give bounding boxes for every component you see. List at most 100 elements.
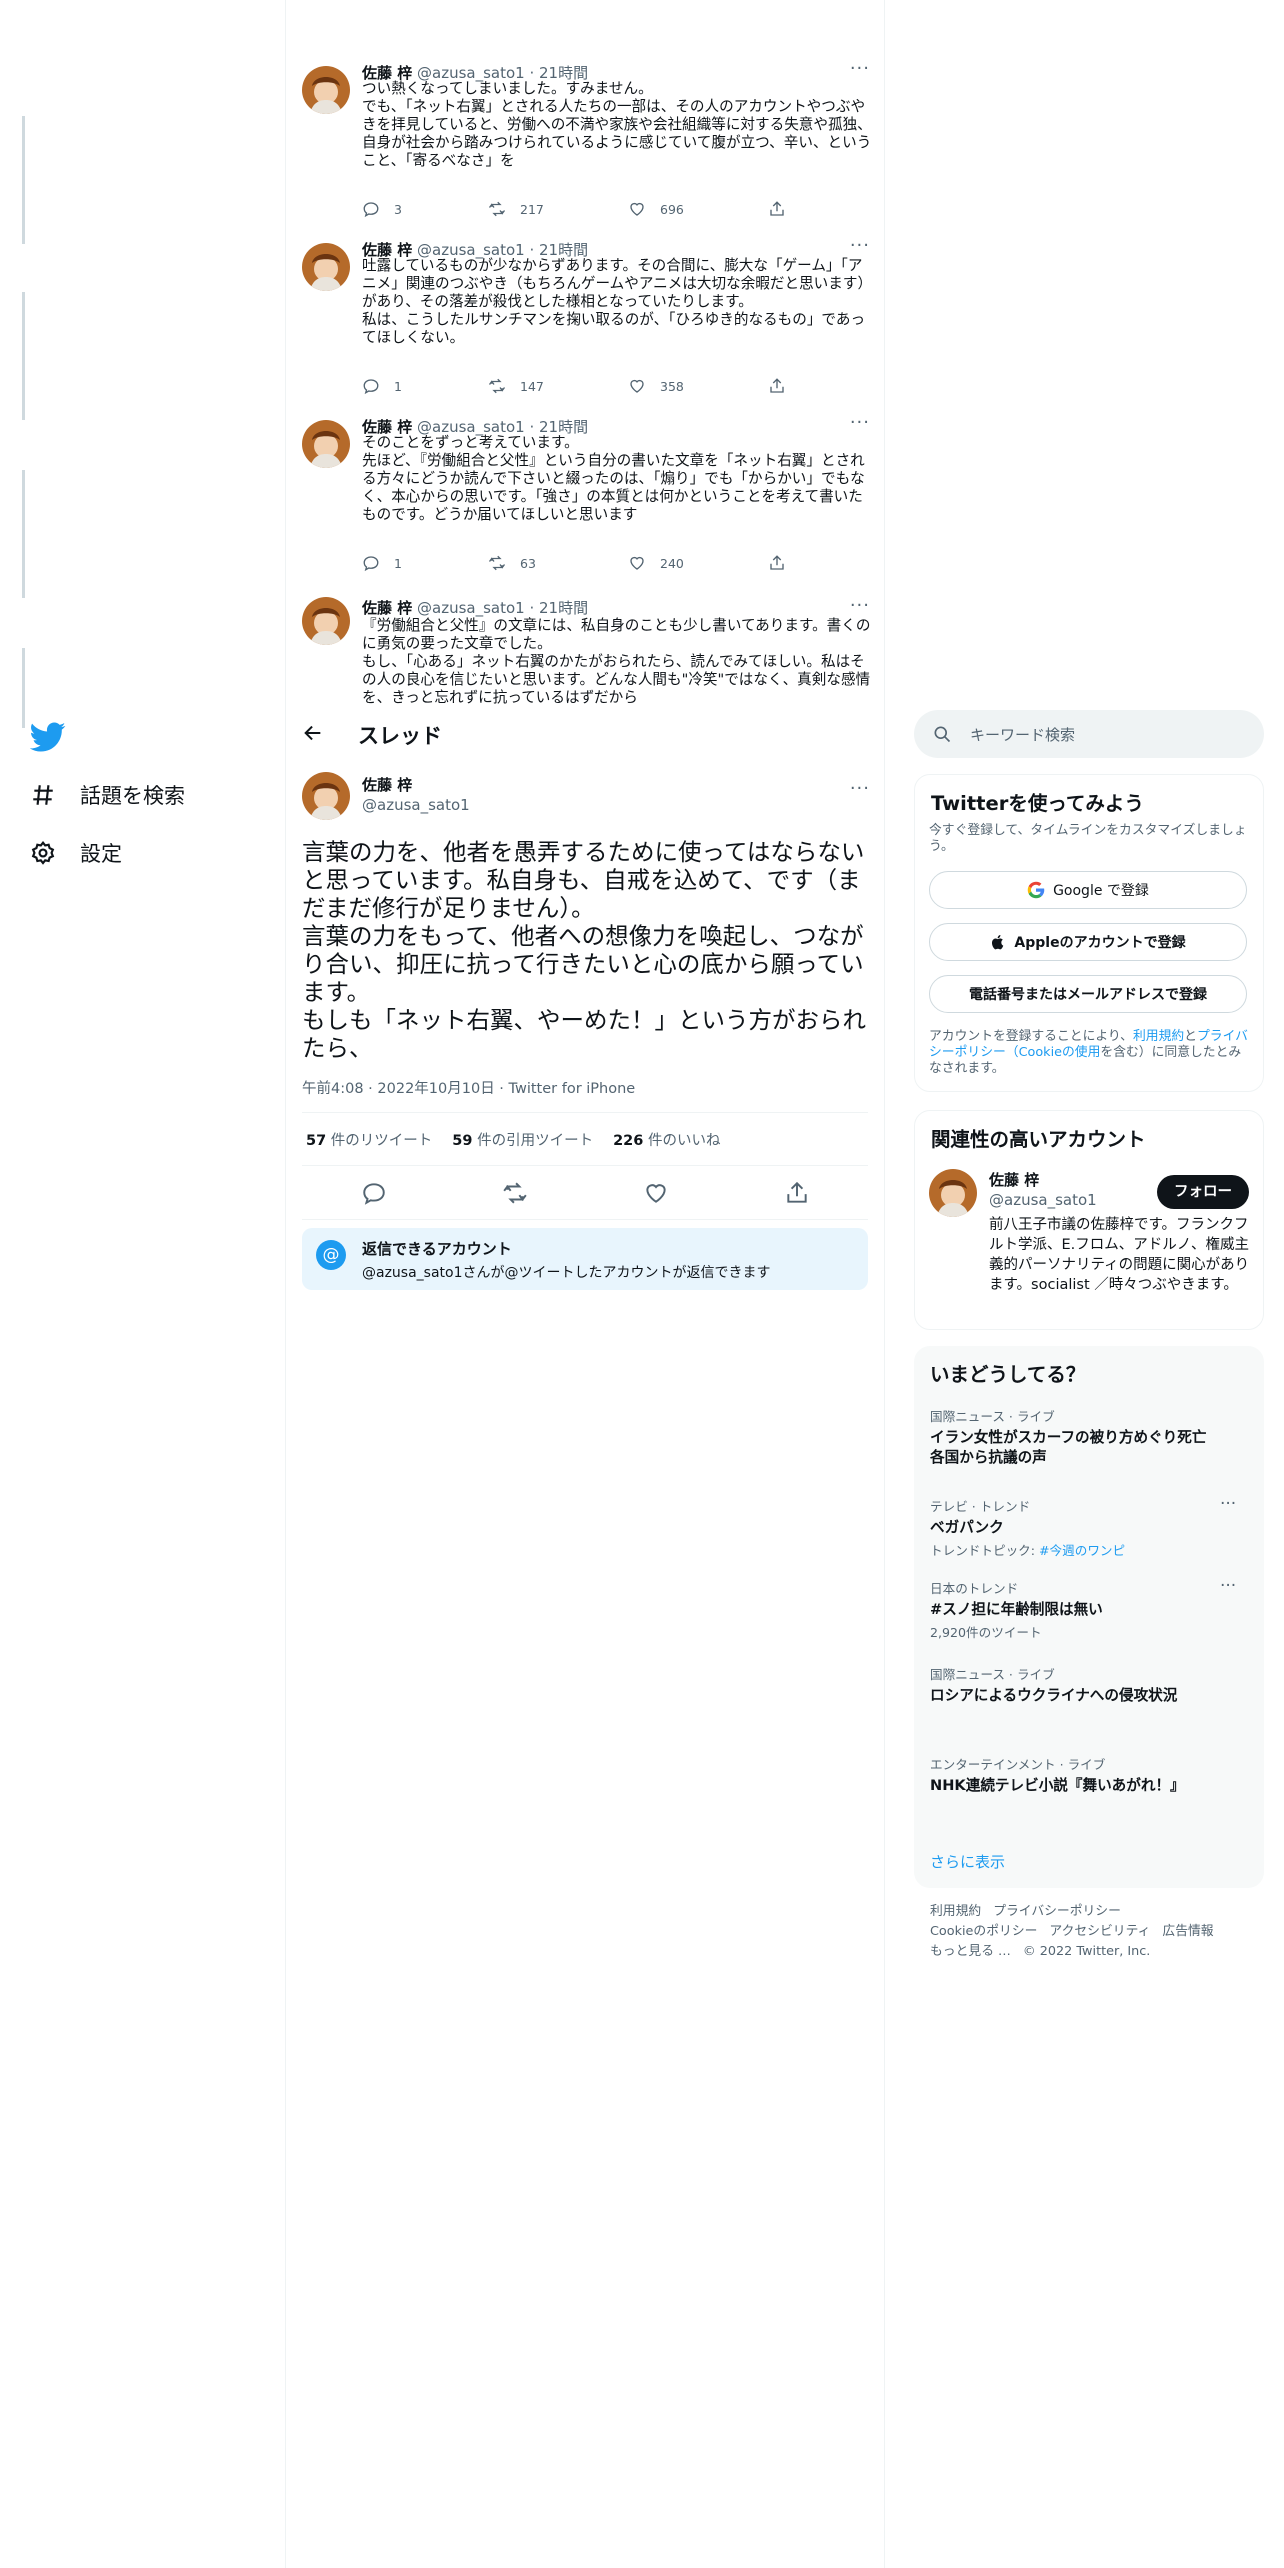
trend-more-icon[interactable]: ···: [1220, 1494, 1236, 1514]
nav-settings[interactable]: 設定: [30, 833, 122, 873]
avatar[interactable]: [302, 66, 350, 114]
trend-item[interactable]: 国際ニュース · ライブ イラン女性がスカーフの被り方めぐり死亡 各国から抗議の…: [930, 1406, 1220, 1468]
retweet-count: 147: [520, 378, 544, 394]
thread-line: [22, 648, 25, 728]
reply-icon[interactable]: [361, 1180, 387, 1206]
reply-icon: [363, 379, 379, 395]
nav-explore[interactable]: 話題を検索: [30, 775, 185, 815]
share-icon: [770, 378, 784, 393]
retweet-button[interactable]: 63: [488, 554, 536, 572]
hashtag-icon: [33, 785, 53, 805]
back-arrow-icon[interactable]: [302, 722, 324, 744]
apple-icon: [992, 935, 1004, 950]
like-button[interactable]: 696: [628, 200, 684, 218]
twitter-logo-icon[interactable]: [30, 719, 66, 755]
search-input[interactable]: キーワード検索: [970, 724, 1075, 745]
trend-item[interactable]: 日本のトレンド #スノ担に年齢制限は無い 2,920件のツイート: [930, 1578, 1220, 1641]
more-icon[interactable]: ···: [850, 412, 870, 433]
avatar[interactable]: [302, 772, 350, 820]
footer-accessibility-link[interactable]: アクセシビリティ: [1049, 1924, 1150, 1939]
share-button[interactable]: [768, 377, 786, 395]
gear-icon: [31, 840, 55, 865]
trend-item[interactable]: テレビ · トレンド ベガパンク トレンドトピック: #今週のワンピ: [930, 1496, 1220, 1559]
nav-settings-label: 設定: [80, 842, 122, 866]
reply-button[interactable]: 1: [362, 554, 402, 572]
related-accounts-card: 関連性の高いアカウント 佐藤 梓 @azusa_sato1 フォロー 前八王子市…: [914, 1110, 1264, 1330]
retweet-button[interactable]: 147: [488, 377, 544, 395]
apple-signup-button[interactable]: Appleのアカウントで登録: [929, 923, 1247, 961]
likes-stat[interactable]: 226 件のいいね: [613, 1129, 720, 1150]
heart-icon: [630, 202, 644, 216]
phone-email-signup-button[interactable]: 電話番号またはメールアドレスで登録: [929, 975, 1247, 1013]
search-bar[interactable]: キーワード検索: [914, 710, 1264, 758]
reply-restriction-notice: @ 返信できるアカウント @azusa_sato1さんが@ツイートしたアカウント…: [302, 1228, 868, 1290]
tweet-text: そのことをずっと考えています。 先ほど、『労働組合と父性』という自分の書いた文章…: [362, 434, 865, 523]
tweet-timestamp[interactable]: 午前4:08 · 2022年10月10日 · Twitter for iPhon…: [302, 1077, 635, 1098]
more-icon[interactable]: ···: [850, 778, 870, 799]
related-handle[interactable]: @azusa_sato1: [989, 1191, 1097, 1209]
retweet-icon: [488, 555, 506, 571]
trend-title: ロシアによるウクライナへの侵攻状況: [930, 1687, 1178, 1704]
avatar[interactable]: [929, 1169, 977, 1217]
thread-tweet[interactable]: 佐藤 梓 @azusa_sato1 · 21時間 ··· つい熱くなってしまいま…: [302, 58, 872, 226]
heart-icon[interactable]: [643, 1180, 669, 1206]
more-icon[interactable]: ···: [850, 58, 870, 79]
tweet-actions: [302, 1166, 868, 1220]
tweet-actions: 1 147 358: [362, 377, 802, 397]
tweet-stats: 57 件のリツイート 59 件の引用ツイート 226 件のいいね: [302, 1112, 868, 1166]
terms-link[interactable]: 利用規約: [1133, 1029, 1184, 1044]
legal-text: アカウントを登録することにより、: [929, 1029, 1133, 1044]
related-name[interactable]: 佐藤 梓: [989, 1169, 1039, 1190]
trend-item[interactable]: 国際ニュース · ライブ ロシアによるウクライナへの侵攻状況: [930, 1664, 1220, 1706]
nav-explore-label: 話題を検索: [80, 784, 185, 808]
thread-tweet[interactable]: 佐藤 梓 @azusa_sato1 · 21時間 ··· 『労働組合と父性』の文…: [302, 597, 870, 712]
retweet-button[interactable]: 217: [488, 200, 544, 218]
more-icon[interactable]: ···: [850, 235, 870, 256]
tweet-text: つい熱くなってしまいました。すみません。 でも、「ネット右翼」とされる人たちの一…: [362, 80, 872, 169]
reply-button[interactable]: 3: [362, 200, 402, 218]
like-button[interactable]: 240: [628, 554, 684, 572]
like-button[interactable]: 358: [628, 377, 684, 395]
notice-title: 返信できるアカウント: [362, 1240, 512, 1258]
reply-button[interactable]: 1: [362, 377, 402, 395]
related-bio: 前八王子市議の佐藤梓です。フランクフルト学派、E.フロム、アドルノ、権威主義的パ…: [989, 1217, 1250, 1293]
share-button[interactable]: [768, 200, 786, 218]
retweets-stat[interactable]: 57 件のリツイート: [306, 1129, 432, 1150]
reply-icon: [363, 202, 379, 218]
retweets-label: 件のリツイート: [330, 1132, 433, 1149]
thread-tweet[interactable]: 佐藤 梓 @azusa_sato1 · 21時間 ··· そのことをずっと考えて…: [302, 412, 870, 580]
author-name[interactable]: 佐藤 梓: [362, 599, 412, 617]
show-more-link[interactable]: さらに表示: [930, 1851, 1005, 1872]
google-signup-button[interactable]: Google で登録: [929, 871, 1247, 909]
trend-item[interactable]: エンターテインメント · ライブ NHK連続テレビ小説『舞いあがれ！』: [930, 1754, 1220, 1796]
footer-privacy-link[interactable]: プライバシーポリシー: [993, 1904, 1121, 1919]
footer-ads-link[interactable]: 広告情報: [1162, 1924, 1213, 1939]
tweet-header: 佐藤 梓 @azusa_sato1 · 21時間: [362, 597, 588, 618]
more-icon[interactable]: ···: [850, 597, 870, 616]
footer-cookie-link[interactable]: Cookieのポリシー: [930, 1924, 1037, 1939]
thread-tweet[interactable]: 佐藤 梓 @azusa_sato1 · 21時間 ··· 吐露しているものが少な…: [302, 235, 870, 403]
thread-line: [22, 116, 25, 244]
trend-title: ベガパンク: [930, 1519, 1004, 1536]
share-button[interactable]: [768, 554, 786, 572]
trend-more-icon[interactable]: ···: [1220, 1576, 1236, 1596]
quotes-count: 59: [452, 1132, 473, 1149]
avatar[interactable]: [302, 243, 350, 291]
footer-copyright: © 2022 Twitter, Inc.: [1022, 1944, 1151, 1959]
footer-terms-link[interactable]: 利用規約: [930, 1904, 981, 1919]
quotes-stat[interactable]: 59 件の引用ツイート: [452, 1129, 593, 1150]
follow-button[interactable]: フォロー: [1157, 1175, 1249, 1209]
avatar[interactable]: [302, 420, 350, 468]
share-icon[interactable]: [784, 1180, 810, 1206]
author-handle[interactable]: @azusa_sato1: [362, 796, 470, 814]
footer-more-link[interactable]: もっと見る …: [930, 1944, 1011, 1959]
avatar[interactable]: [302, 597, 350, 645]
page-title: スレッド: [358, 724, 442, 748]
at-sign-icon: @: [316, 1240, 346, 1270]
trend-hashtag-link[interactable]: #今週のワンピ: [1039, 1543, 1125, 1558]
author-name[interactable]: 佐藤 梓: [362, 774, 412, 795]
reply-icon: [363, 556, 379, 572]
author-handle[interactable]: @azusa_sato1 · 21時間: [417, 599, 588, 617]
trend-title: #スノ担に年齢制限は無い: [930, 1601, 1103, 1618]
retweet-icon[interactable]: [502, 1180, 528, 1206]
